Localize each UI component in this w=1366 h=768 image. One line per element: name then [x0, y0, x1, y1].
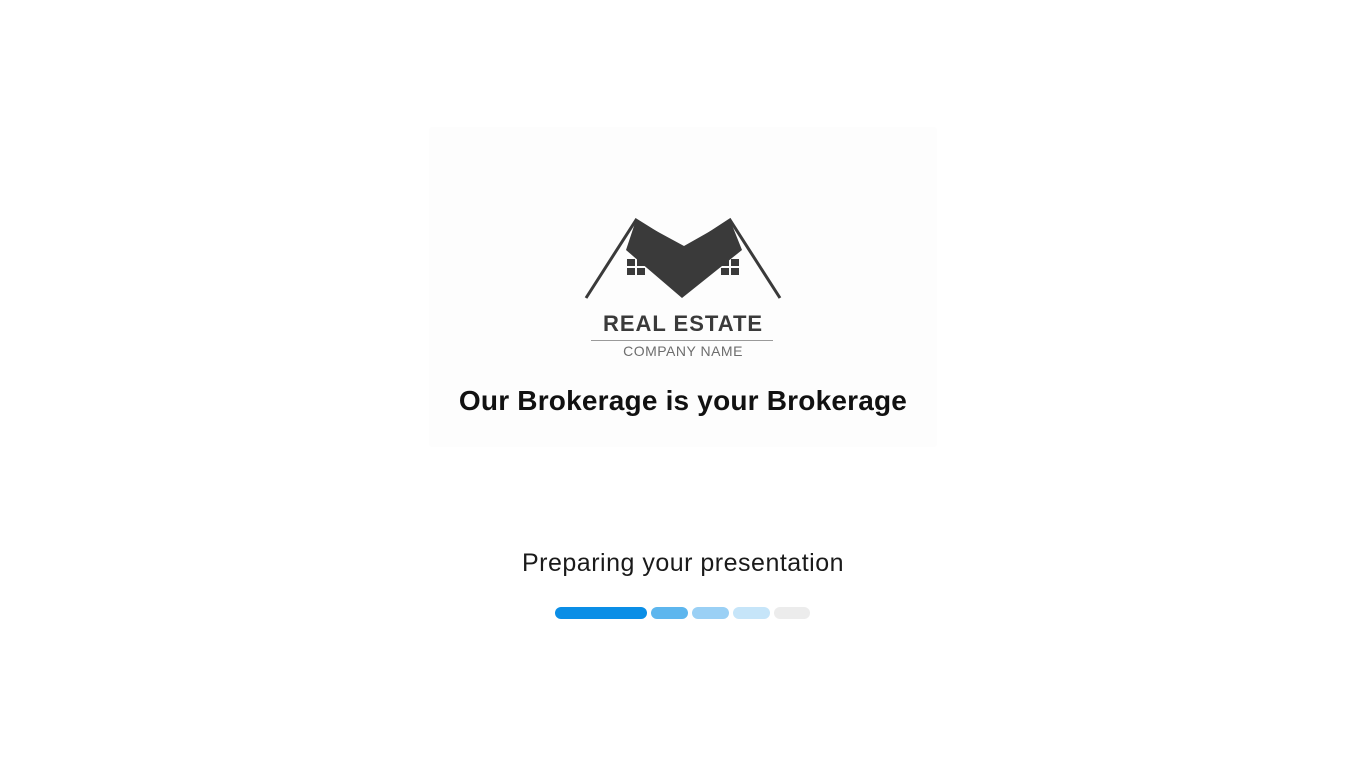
- loading-screen: REAL ESTATE COMPANY NAME Our Brokerage i…: [0, 0, 1366, 768]
- tagline: Our Brokerage is your Brokerage: [458, 385, 908, 416]
- progress-segment: [555, 607, 647, 619]
- progress-segment: [733, 607, 770, 619]
- loading-status-text: Preparing your presentation: [521, 549, 845, 577]
- progress-segment: [692, 607, 729, 619]
- logo-subtitle: COMPANY NAME: [623, 343, 743, 359]
- loading-progress-bar: [555, 607, 811, 619]
- logo-title: REAL ESTATE: [602, 311, 764, 336]
- progress-segment: [651, 607, 688, 619]
- progress-segment: [774, 607, 810, 619]
- house-roof-icon: [584, 217, 782, 299]
